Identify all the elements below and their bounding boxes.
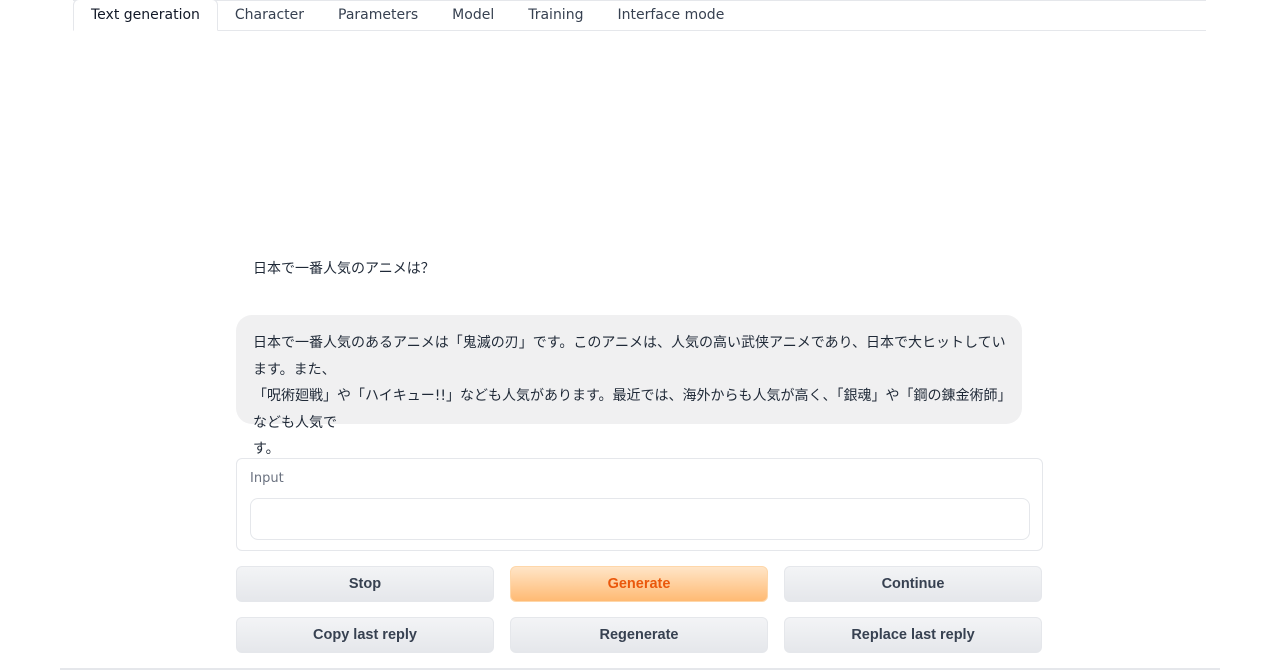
bot-message-line: 日本で一番人気のあるアニメは「鬼滅の刃」です。このアニメは、人気の高い武侠アニメ… [253, 335, 1006, 378]
bot-message-line: 「呪術廻戦」や「ハイキュー!!」なども人気があります。最近では、海外からも人気が… [253, 388, 1005, 431]
replace-last-reply-button[interactable]: Replace last reply [784, 617, 1042, 653]
tab-text-generation[interactable]: Text generation [73, 0, 218, 31]
tab-character[interactable]: Character [218, 0, 321, 30]
stop-button[interactable]: Stop [236, 566, 494, 602]
app-root: Text generation Character Parameters Mod… [0, 0, 1280, 670]
regenerate-button[interactable]: Regenerate [510, 617, 768, 653]
tab-interface-mode[interactable]: Interface mode [600, 0, 741, 30]
input-label: Input [250, 471, 284, 486]
bot-message: 日本で一番人気のあるアニメは「鬼滅の刃」です。このアニメは、人気の高い武侠アニメ… [236, 315, 1022, 457]
tab-model[interactable]: Model [435, 0, 511, 30]
input-textbox[interactable] [250, 498, 1030, 540]
tab-parameters[interactable]: Parameters [321, 0, 435, 30]
continue-button[interactable]: Continue [784, 566, 1042, 602]
copy-last-reply-button[interactable]: Copy last reply [236, 617, 494, 653]
tab-training[interactable]: Training [511, 0, 600, 30]
tab-bar: Text generation Character Parameters Mod… [73, 0, 1206, 31]
user-message: 日本で一番人気のアニメは？ [253, 261, 435, 277]
generate-button[interactable]: Generate [510, 566, 768, 602]
input-block: Input [236, 458, 1043, 551]
